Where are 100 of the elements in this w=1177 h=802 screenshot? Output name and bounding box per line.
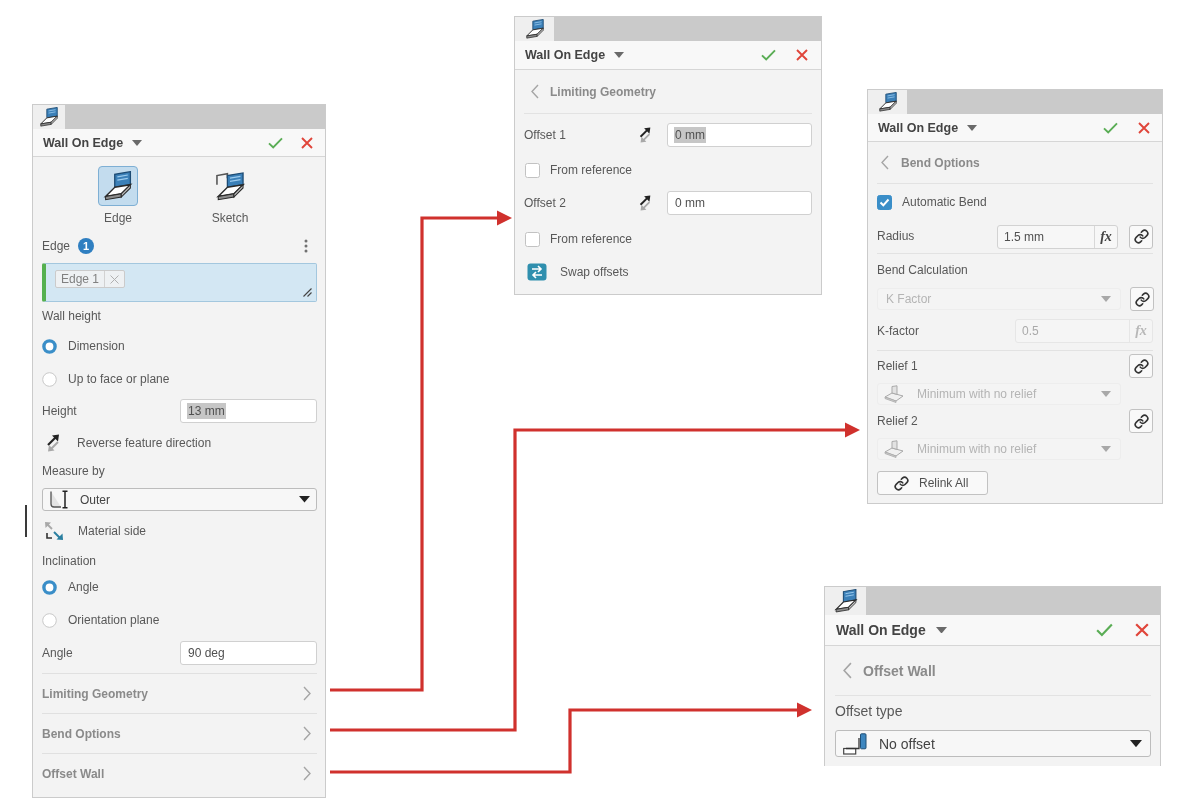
link-icon [1134, 291, 1150, 307]
caret-icon[interactable] [614, 52, 625, 58]
mode-label: Sketch [211, 211, 249, 225]
field-label: Angle [42, 645, 73, 661]
measure-outline-icon [49, 490, 69, 509]
panel-title: Wall On Edge [43, 135, 124, 150]
panel-tab[interactable] [33, 105, 65, 129]
text-cursor [25, 505, 27, 537]
close-icon[interactable] [1138, 121, 1150, 134]
wall-sketch-icon [215, 171, 245, 201]
close-icon[interactable] [1135, 623, 1149, 637]
reverse-arrows-icon[interactable] [637, 127, 653, 143]
caret-icon[interactable] [935, 626, 947, 634]
field-value: 0 mm [674, 126, 706, 144]
selection-box[interactable]: Edge 1 [42, 263, 317, 302]
chevron-right-icon [303, 766, 311, 781]
back-button[interactable]: Bend Options [877, 155, 980, 170]
field-label: Edge [42, 238, 71, 254]
back-button[interactable]: Limiting Geometry [524, 84, 656, 99]
offset-wall-icon [843, 732, 867, 755]
radio-label: Dimension [68, 339, 125, 354]
link-icon [1133, 358, 1149, 374]
link-button[interactable] [1129, 224, 1153, 249]
section-link[interactable]: Bend Options [42, 713, 317, 753]
input-field[interactable]: 1.5 mm fx [997, 224, 1118, 249]
checkbox[interactable] [525, 231, 540, 247]
section-label: Measure by [42, 463, 105, 479]
section-link[interactable]: Limiting Geometry [42, 673, 317, 713]
chevron-left-icon [881, 155, 889, 170]
swap-icon [527, 263, 547, 281]
input-field[interactable]: 0 mm [667, 123, 812, 147]
caret-icon[interactable] [132, 139, 143, 146]
chip-label: Edge 1 [56, 271, 106, 287]
count-badge: 1 [78, 238, 95, 254]
close-icon[interactable] [796, 49, 808, 61]
mode-label: Edge [104, 211, 132, 225]
radio-button[interactable] [42, 580, 57, 595]
relink-all-button[interactable]: Relink All [877, 471, 988, 495]
caret-icon [1101, 391, 1111, 397]
panel-tab[interactable] [868, 90, 907, 114]
wall-part-icon [39, 107, 59, 127]
reverse-arrows-icon[interactable] [637, 195, 653, 211]
field-value: 90 deg [187, 644, 226, 662]
resize-grip-icon[interactable] [303, 288, 312, 297]
radio-button[interactable] [42, 339, 57, 354]
wall-part-icon [103, 171, 133, 201]
check-icon[interactable] [1103, 121, 1118, 134]
field-label: Radius [877, 229, 915, 244]
dropdown[interactable]: Outer [42, 488, 317, 511]
field-value: 13 mm [187, 402, 226, 420]
reverse-direction-button[interactable]: Reverse feature direction [42, 434, 212, 452]
panel-tab[interactable] [825, 587, 866, 615]
field-label: Relief 1 [877, 358, 918, 374]
formula-button[interactable]: fx [1094, 225, 1117, 248]
radio-label: Up to face or plane [68, 372, 170, 387]
field-label: Height [42, 403, 77, 419]
chevron-left-icon [531, 84, 539, 99]
chevron-right-icon [303, 726, 311, 741]
radio-label: Angle [68, 580, 99, 595]
close-icon[interactable] [301, 136, 313, 149]
swap-offsets-button[interactable]: Swap offsets [524, 263, 629, 281]
link-icon [894, 475, 909, 491]
split-arrows-icon [44, 521, 64, 541]
mode-button[interactable] [98, 166, 138, 206]
radio-label: Orientation plane [68, 613, 160, 628]
panel-tab[interactable] [515, 17, 554, 41]
link-icon [1133, 413, 1149, 429]
dropdown[interactable]: No offset [835, 730, 1151, 757]
wall-part-icon [833, 589, 858, 613]
section-label: Bend Calculation [877, 262, 968, 278]
link-button[interactable] [1129, 354, 1153, 378]
radio-button[interactable] [42, 372, 57, 387]
relief-part-icon [884, 385, 904, 403]
check-icon[interactable] [761, 49, 776, 61]
link-button[interactable] [1130, 287, 1154, 311]
field-label: Offset 1 [524, 127, 566, 143]
radio-button[interactable] [42, 613, 57, 628]
input-field[interactable]: 13 mm [180, 399, 317, 423]
wall-part-icon [524, 19, 545, 39]
caret-icon [1130, 739, 1142, 748]
more-icon[interactable] [304, 239, 308, 253]
link-icon [1133, 229, 1149, 244]
chevron-right-icon [303, 686, 311, 701]
material-side-button[interactable]: Material side [42, 521, 147, 541]
checkbox[interactable] [877, 194, 892, 210]
checkbox[interactable] [525, 162, 540, 178]
panel-title: Wall On Edge [836, 622, 926, 638]
caret-icon[interactable] [967, 124, 978, 131]
input-field[interactable]: 0 mm [667, 191, 812, 215]
link-button[interactable] [1129, 409, 1153, 433]
back-button[interactable]: Offset Wall [835, 662, 936, 679]
chevron-left-icon [843, 662, 853, 679]
check-icon[interactable] [1096, 623, 1113, 637]
input-field[interactable]: 90 deg [180, 641, 317, 665]
section-link[interactable]: Offset Wall [42, 753, 317, 793]
checkbox-label: Automatic Bend [902, 194, 987, 210]
check-icon[interactable] [268, 136, 283, 149]
field-label: K-factor [877, 323, 919, 339]
field-value: 0 mm [674, 194, 706, 212]
selection-chip[interactable]: Edge 1 [55, 270, 126, 288]
